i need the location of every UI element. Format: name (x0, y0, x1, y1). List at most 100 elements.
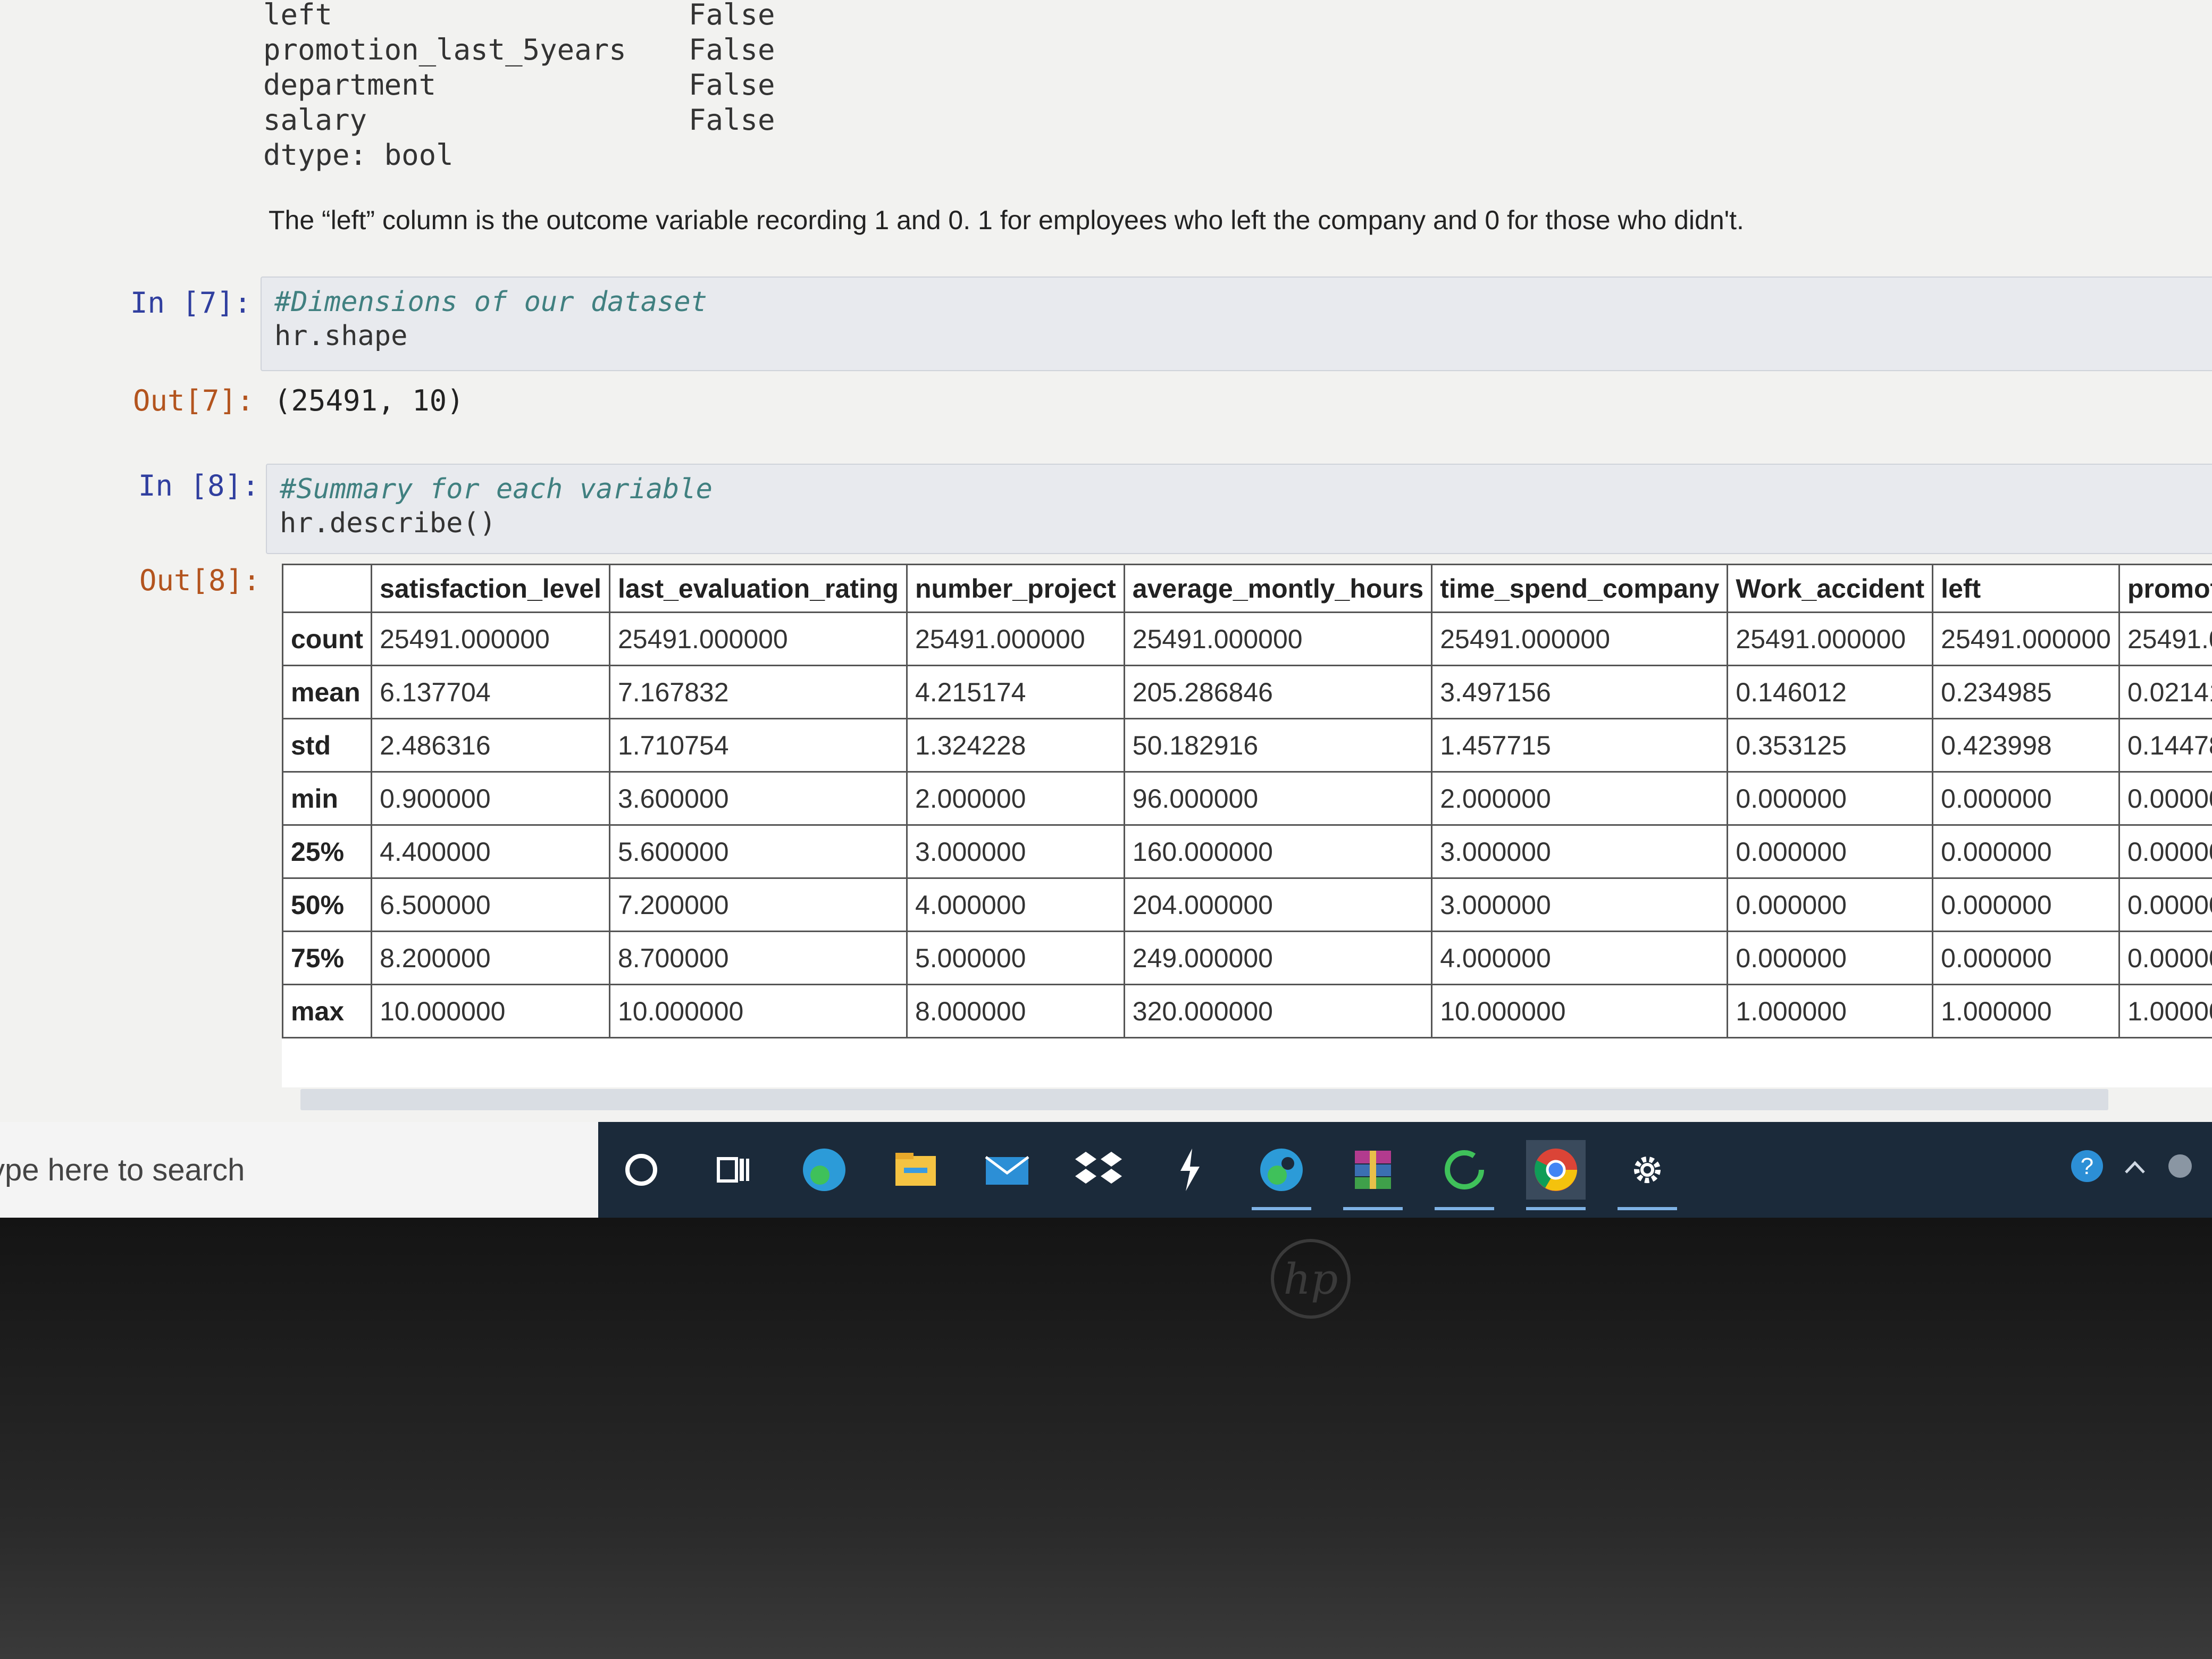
system-tray: ? (2068, 1122, 2196, 1218)
table-cell: 2.486316 (371, 718, 610, 773)
svg-text:?: ? (2081, 1153, 2093, 1179)
table-cell: 0.000000 (2118, 931, 2212, 985)
table-cell: 4.215174 (906, 665, 1125, 719)
table-row: mean 6.137704 7.167832 4.215174 205.286846 3.… (282, 665, 2212, 719)
describe-dataframe-output: satisfaction_level last_evaluation_ratin… (282, 564, 2212, 1087)
table-cell: 249.000000 (1123, 931, 1433, 985)
table-cell: 7.200000 (608, 877, 908, 932)
taskbar-icons (611, 1122, 1677, 1218)
column-header: left (1932, 564, 2120, 613)
table-cell: 0.000000 (1932, 931, 2120, 985)
network-icon[interactable] (2164, 1150, 2196, 1189)
table-cell: 0.000000 (1932, 877, 2120, 932)
table-cell: 8.200000 (371, 931, 610, 985)
table-cell: 205.286846 (1123, 665, 1433, 719)
previous-cell-output: left False promotion_last_5years False d… (263, 0, 775, 173)
horizontal-scrollbar[interactable] (300, 1089, 2108, 1110)
app-icon[interactable] (1160, 1140, 1220, 1200)
row-label: count (282, 611, 373, 666)
table-cell: 3.600000 (608, 771, 908, 826)
column-header: satisfaction_level (371, 564, 610, 613)
table-cell: 25491.000000 (608, 611, 908, 666)
code-comment: #Summary for each variable (280, 473, 713, 505)
table-cell: 1.710754 (608, 718, 908, 773)
table-cell: 10.000000 (1431, 984, 1729, 1038)
output-value: False (689, 33, 775, 66)
search-placeholder: ype here to search (0, 1152, 245, 1187)
table-cell: 10.000000 (371, 984, 610, 1038)
spinner-app-icon[interactable] (1435, 1140, 1494, 1210)
row-label: 75% (282, 931, 373, 985)
windows-taskbar: ype here to search ? (0, 1122, 2212, 1218)
output-row: department False (263, 68, 775, 103)
column-header: time_spend_company (1431, 564, 1729, 613)
output-value: False (689, 103, 775, 137)
output-prompt: Out[7]: (133, 384, 254, 417)
markdown-cell[interactable]: The “left” column is the outcome variabl… (269, 205, 1744, 236)
table-cell: 0.146012 (1727, 665, 1934, 719)
table-cell: 5.000000 (906, 931, 1125, 985)
table-cell: 320.000000 (1123, 984, 1433, 1038)
table-cell: 8.700000 (608, 931, 908, 985)
table-cell: 10.000000 (608, 984, 908, 1038)
edge-icon[interactable] (794, 1140, 854, 1200)
code-cell-input[interactable]: #Dimensions of our dataset hr.shape (261, 276, 2212, 371)
table-cell: 2.000000 (906, 771, 1125, 826)
cortana-icon[interactable] (611, 1140, 671, 1200)
table-row: std 2.486316 1.710754 1.324228 50.182916 1.45… (282, 718, 2212, 773)
table-cell: 204.000000 (1123, 877, 1433, 932)
file-explorer-icon[interactable] (886, 1140, 945, 1200)
table-cell: 1.457715 (1431, 718, 1729, 773)
table-cell: 3.000000 (1431, 824, 1729, 879)
table-cell: 0.000000 (2118, 771, 2212, 826)
chevron-up-icon[interactable] (2122, 1152, 2148, 1188)
table-cell: 0.000000 (2118, 824, 2212, 879)
table-cell: 160.000000 (1123, 824, 1433, 879)
row-label: mean (282, 665, 373, 719)
settings-icon[interactable] (1618, 1140, 1677, 1210)
table-cell: 0.000000 (1727, 877, 1934, 932)
help-icon[interactable]: ? (2068, 1147, 2106, 1192)
task-view-icon[interactable] (703, 1140, 763, 1200)
column-header: last_evaluation_rating (608, 564, 908, 613)
row-label: 50% (282, 877, 373, 932)
table-cell: 25491.000000 (1932, 611, 2120, 666)
laptop-bezel (0, 1218, 2212, 1659)
table-cell: 0.000000 (1932, 824, 2120, 879)
table-cell: 0.353125 (1727, 718, 1934, 773)
output-row: promotion_last_5years False (263, 32, 775, 68)
output-value: False (689, 68, 775, 102)
table-body: count 25491.000000 25491.000000 25491.00000… (282, 611, 2212, 1038)
table-cell: 1.000000 (1932, 984, 2120, 1038)
code-comment: #Dimensions of our dataset (274, 286, 707, 318)
edge-beta-icon[interactable] (1252, 1140, 1311, 1210)
table-cell: 3.497156 (1431, 665, 1729, 719)
winrar-icon[interactable] (1343, 1140, 1403, 1210)
row-label: max (282, 984, 373, 1038)
table-cell: 1.324228 (906, 718, 1125, 773)
chrome-icon[interactable] (1526, 1140, 1586, 1210)
table-header-row: satisfaction_level last_evaluation_ratin… (282, 564, 2212, 613)
code-cell-input[interactable]: #Summary for each variable hr.describe() (266, 464, 2212, 554)
hp-logo: hp (1271, 1239, 1351, 1319)
output-prompt: Out[8]: (139, 564, 261, 597)
table-cell: 0.423998 (1932, 718, 2120, 773)
table-cell: 1.000000 (1727, 984, 1934, 1038)
table-cell: 2.000000 (1431, 771, 1729, 826)
table-row: min 0.900000 3.600000 2.000000 96.000000 2.00… (282, 771, 2212, 826)
output-row: salary False (263, 103, 775, 138)
taskbar-search-box[interactable]: ype here to search (0, 1122, 598, 1218)
dropbox-icon[interactable] (1069, 1140, 1128, 1200)
code-line: hr.shape (274, 320, 408, 352)
table-row: 75% 8.200000 8.700000 5.000000 249.000000 4.0… (282, 931, 2212, 985)
table-cell: 0.000000 (1727, 771, 1934, 826)
table-cell: 1.000000 (2118, 984, 2212, 1038)
table-cell: 6.137704 (371, 665, 610, 719)
shape-output: (25491, 10) (274, 384, 464, 417)
table-cell: 4.400000 (371, 824, 610, 879)
table-row: count 25491.000000 25491.000000 25491.00000… (282, 611, 2212, 666)
table-row: 25% 4.400000 5.600000 3.000000 160.000000 3.0… (282, 824, 2212, 879)
output-row: left False (263, 0, 775, 32)
mail-icon[interactable] (977, 1140, 1037, 1200)
table-cell: 4.000000 (1431, 931, 1729, 985)
